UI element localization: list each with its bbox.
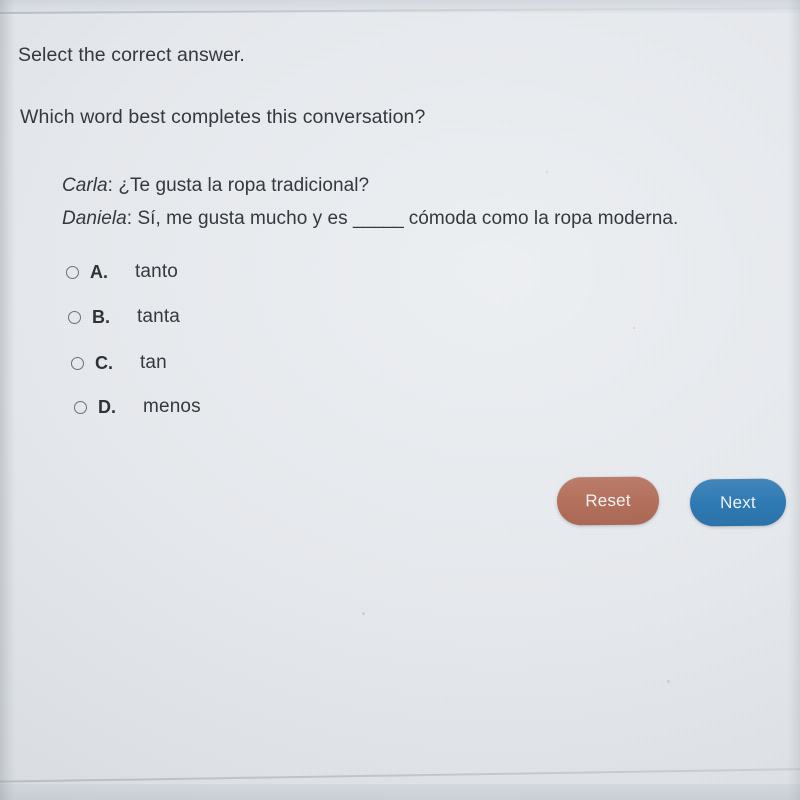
next-button[interactable]: Next [689, 478, 787, 527]
dialogue-line-carla: Carla: ¿Te gusta la ropa tradicional? [62, 174, 369, 198]
speaker-separator-carla: : [107, 175, 119, 196]
option-label-b: tanta [137, 306, 181, 327]
dialogue-text-before-blank: Sí, me gusta mucho y es [137, 208, 354, 229]
question-text: Which word best completes this conversat… [20, 106, 426, 128]
instruction-text: Select the correct answer. [18, 44, 245, 66]
answer-blank: _____ [353, 208, 404, 229]
speaker-name-carla: Carla [62, 175, 108, 196]
option-letter-d: D. [98, 396, 116, 417]
radio-button-icon-b[interactable] [68, 310, 81, 324]
dialogue-text-after-blank: cómoda como la ropa moderna. [403, 208, 679, 229]
reset-button[interactable]: Reset [556, 476, 660, 526]
option-letter-a: A. [90, 261, 108, 282]
radio-button-icon-a[interactable] [66, 265, 79, 279]
speaker-separator-daniela: : [126, 208, 138, 229]
screen-photo: Select the correct answer. Which word be… [0, 0, 800, 800]
radio-button-icon-d[interactable] [74, 400, 87, 414]
option-label-d: menos [143, 396, 201, 417]
answer-option-d[interactable]: D. menos [74, 394, 201, 420]
answer-option-a[interactable]: A. tanto [66, 259, 178, 285]
speaker-name-daniela: Daniela [62, 208, 127, 229]
option-label-a: tanto [135, 261, 179, 282]
option-letter-c: C. [95, 352, 113, 373]
dialogue-line-daniela: Daniela: Sí, me gusta mucho y es _____ c… [62, 207, 678, 231]
question-panel: Select the correct answer. Which word be… [0, 0, 800, 800]
dialogue-text-carla: ¿Te gusta la ropa tradicional? [118, 175, 370, 196]
radio-button-icon-c[interactable] [71, 356, 84, 370]
option-label-c: tan [140, 352, 167, 373]
answer-option-b[interactable]: B. tanta [68, 304, 180, 330]
answer-option-c[interactable]: C. tan [71, 350, 167, 376]
option-letter-b: B. [92, 306, 110, 327]
